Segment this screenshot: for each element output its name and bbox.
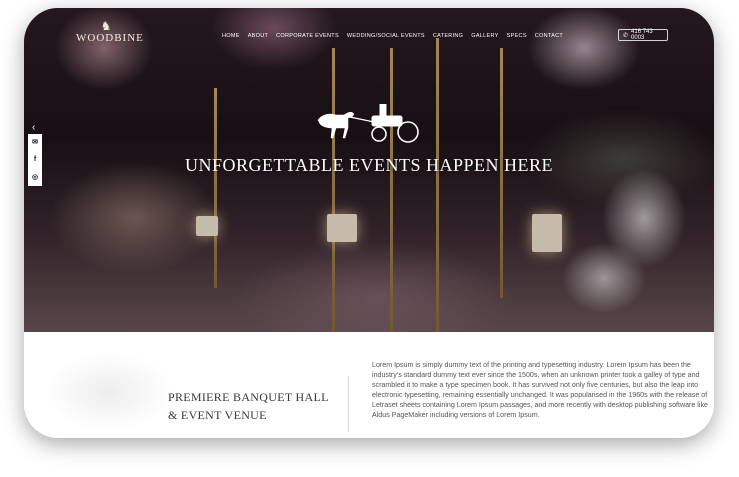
hero-banner: ♞ WOODBINE HOME ABOUT CORPORATE EVENTS W… — [24, 8, 714, 332]
intro-paragraph: Lorem Ipsum is simply dummy text of the … — [372, 361, 708, 419]
website-frame: ♞ WOODBINE HOME ABOUT CORPORATE EVENTS W… — [24, 8, 714, 438]
section-divider — [348, 376, 349, 432]
phone-button[interactable]: ✆ 416 743 0003 — [618, 29, 668, 41]
brand-name: WOODBINE — [76, 32, 144, 44]
chevron-left-icon[interactable]: ‹ — [32, 122, 35, 133]
nav-home[interactable]: HOME — [218, 33, 244, 39]
venue-title-line1: PREMIERE BANQUET HALL — [168, 390, 329, 404]
nav-wedding-social-events[interactable]: WEDDING/SOCIAL EVENTS — [343, 33, 429, 39]
nav-about[interactable]: ABOUT — [244, 33, 272, 39]
nav-contact[interactable]: CONTACT — [531, 33, 567, 39]
phone-number: 416 743 0003 — [631, 29, 653, 41]
watermark-image — [44, 352, 174, 432]
brand-logo[interactable]: ♞ WOODBINE — [76, 19, 144, 45]
nav-gallery[interactable]: GALLERY — [467, 33, 502, 39]
email-icon[interactable]: ✉ — [32, 139, 38, 146]
horse-carriage-icon — [317, 104, 419, 143]
phone-icon: ✆ — [623, 32, 629, 39]
carriage-logo-icon: ♞ — [100, 19, 112, 33]
intro-section: PREMIERE BANQUET HALL & EVENT VENUE Lore… — [24, 332, 714, 438]
venue-title-line2: & EVENT VENUE — [168, 408, 267, 422]
main-nav: HOME ABOUT CORPORATE EVENTS WEDDING/SOCI… — [218, 33, 567, 39]
venue-title: PREMIERE BANQUET HALL & EVENT VENUE — [168, 388, 329, 424]
hero-title: UNFORGETTABLE EVENTS HAPPEN HERE — [184, 155, 554, 175]
nav-corporate-events[interactable]: CORPORATE EVENTS — [272, 33, 343, 39]
nav-catering[interactable]: CATERING — [429, 33, 467, 39]
nav-specs[interactable]: SPECS — [503, 33, 531, 39]
